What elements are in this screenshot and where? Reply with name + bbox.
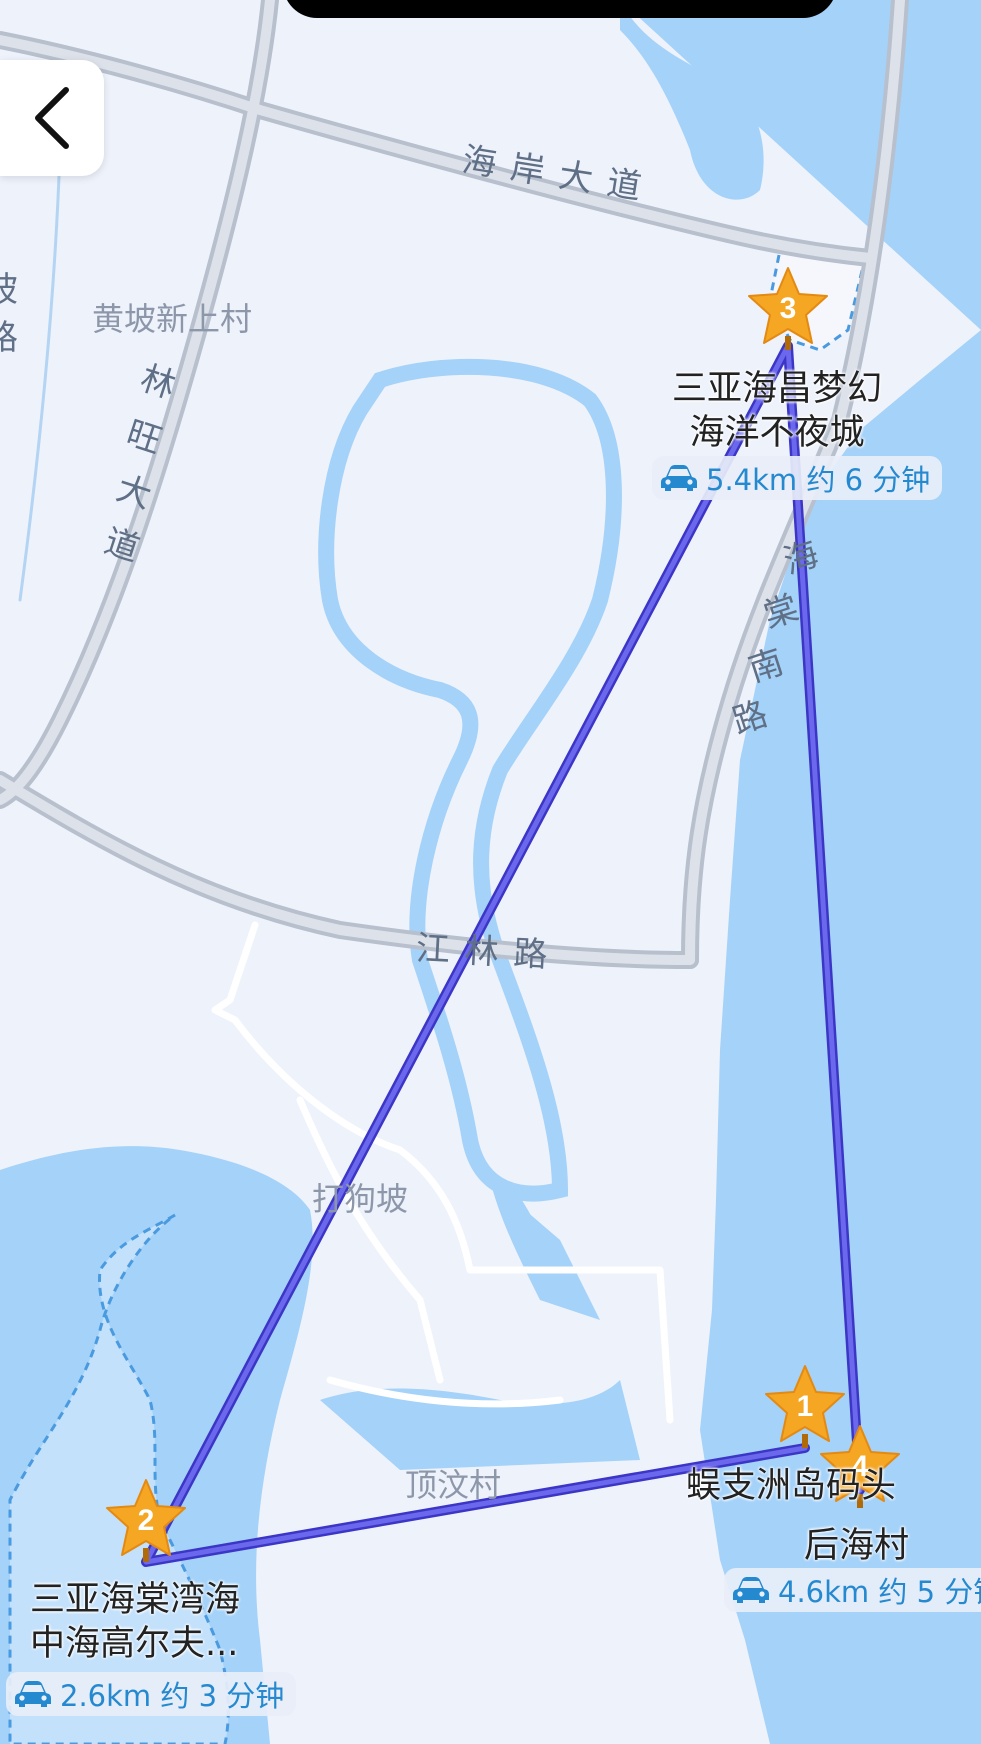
place-label-dagoupo: 打狗坡 bbox=[312, 1180, 409, 1218]
marker-number-3: 3 bbox=[780, 292, 797, 325]
road-label-jianglin: 江 林 路 bbox=[414, 928, 551, 976]
back-chevron-icon bbox=[35, 87, 69, 149]
device-notch bbox=[283, 0, 837, 18]
car-icon bbox=[661, 465, 697, 491]
drive-info-stop-2: 2.6km 约 3 分钟 bbox=[6, 1672, 297, 1716]
poi-name-line-2: 海洋不夜城 bbox=[689, 413, 865, 453]
poi-name-stop-4[interactable]: 后海村 bbox=[804, 1524, 909, 1568]
drive-info-stop-3: 5.4km 约 6 分钟 bbox=[652, 456, 943, 500]
place-label-huangpo: 黄坡新上村 bbox=[92, 300, 253, 338]
car-icon bbox=[15, 1681, 51, 1707]
poi-name-stop-2[interactable]: 三亚海棠湾海 中海高尔夫... bbox=[30, 1578, 240, 1666]
poi-name-line-2: 中海高尔夫... bbox=[30, 1624, 239, 1664]
marker-number-1: 1 bbox=[797, 1390, 814, 1423]
road-label-edge-1: 坡 bbox=[0, 270, 20, 310]
car-icon bbox=[733, 1577, 769, 1603]
place-label-dingwen: 顶汶村 bbox=[405, 1466, 502, 1504]
drive-text-stop-4: 4.6km 约 5 分钟 bbox=[778, 1575, 981, 1609]
road-label-edge-2: 路 bbox=[0, 318, 20, 358]
drive-text-stop-2: 2.6km 约 3 分钟 bbox=[60, 1679, 285, 1713]
poi-name-stop-1[interactable]: 蜈支洲岛码头 bbox=[686, 1464, 896, 1508]
marker-number-2: 2 bbox=[138, 1504, 155, 1537]
back-button[interactable] bbox=[0, 60, 104, 176]
drive-info-stop-4: 4.6km 约 5 分钟 bbox=[724, 1568, 981, 1612]
poi-name-line-1: 三亚海棠湾海 bbox=[30, 1580, 241, 1620]
poi-name-line-1: 三亚海昌梦幻 bbox=[672, 369, 883, 409]
drive-text-stop-3: 5.4km 约 6 分钟 bbox=[706, 463, 931, 497]
poi-name-stop-3[interactable]: 三亚海昌梦幻 海洋不夜城 bbox=[672, 367, 882, 455]
